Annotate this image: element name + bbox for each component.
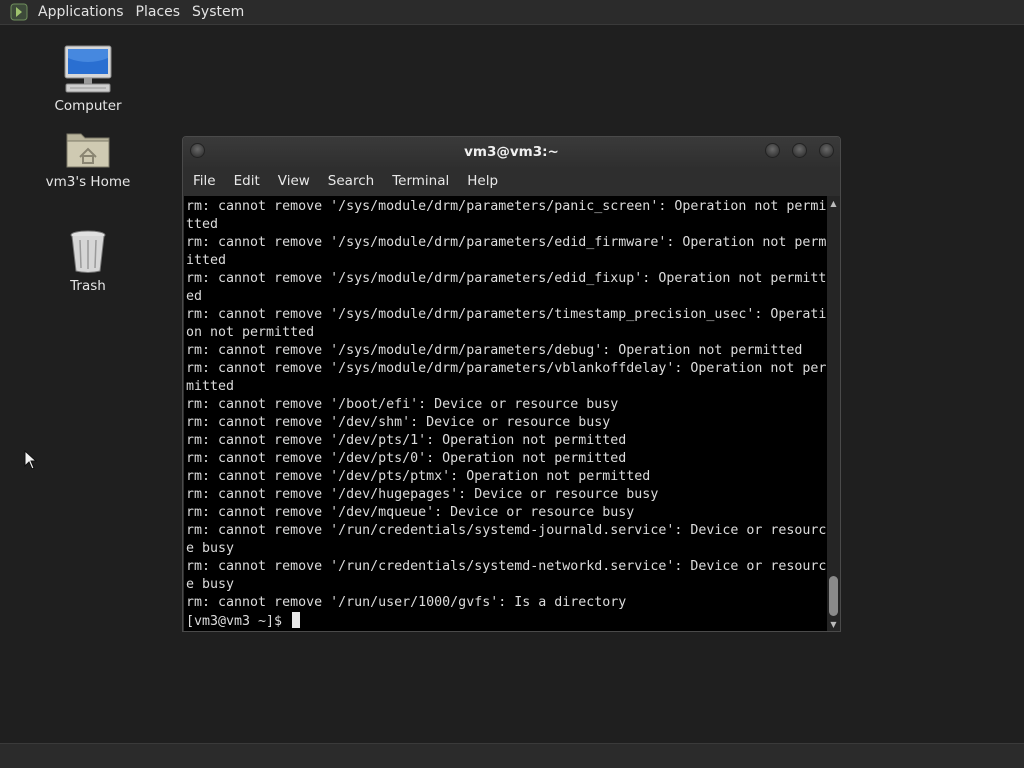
terminal-line: on not permitted (186, 325, 315, 340)
terminal-line: rm: cannot remove '/boot/efi': Device or… (186, 397, 619, 412)
terminal-line: rm: cannot remove '/dev/pts/1': Operatio… (186, 433, 627, 448)
terminal-line: e busy (186, 577, 235, 592)
desktop-icon-trash[interactable]: Trash (33, 228, 143, 294)
desktop-icon-computer[interactable]: Computer (33, 44, 143, 114)
shell-prompt: [vm3@vm3 ~]$ (186, 614, 291, 629)
terminal-line: rm: cannot remove '/sys/module/drm/param… (186, 271, 827, 286)
menu-terminal[interactable]: Terminal (382, 173, 457, 189)
terminal-line: rm: cannot remove '/run/credentials/syst… (186, 523, 827, 538)
bottom-panel (0, 743, 1024, 768)
places-menu[interactable]: Places (130, 4, 187, 20)
scroll-down-arrow-icon[interactable]: ▼ (827, 618, 840, 630)
terminal-line: rm: cannot remove '/sys/module/drm/param… (186, 199, 827, 214)
minimize-icon[interactable] (765, 143, 780, 158)
home-folder-icon (66, 133, 110, 168)
terminal-line: rm: cannot remove '/sys/module/drm/param… (186, 343, 803, 358)
terminal-line: rm: cannot remove '/dev/hugepages': Devi… (186, 487, 659, 502)
desktop-icon-label: vm3's Home (45, 174, 131, 190)
terminal-line: e busy (186, 541, 235, 556)
terminal-scrollbar[interactable]: ▲ ▼ (827, 196, 840, 631)
close-icon[interactable] (819, 143, 834, 158)
menu-help[interactable]: Help (457, 173, 506, 189)
terminal-text: rm: cannot remove '/sys/module/drm/param… (186, 198, 827, 631)
applications-menu[interactable]: Applications (32, 4, 130, 20)
terminal-output[interactable]: rm: cannot remove '/sys/module/drm/param… (184, 196, 827, 631)
terminal-line: mitted (186, 379, 235, 394)
menu-edit[interactable]: Edit (224, 173, 268, 189)
terminal-line: rm: cannot remove '/sys/module/drm/param… (186, 307, 827, 322)
top-panel: Applications Places System (0, 0, 1024, 25)
menu-search[interactable]: Search (318, 173, 382, 189)
desktop-icon-label: Computer (54, 98, 122, 114)
terminal-line: ed (186, 289, 203, 304)
distro-logo-icon[interactable] (10, 3, 28, 21)
system-menu[interactable]: System (186, 4, 250, 20)
desktop-icon-home[interactable]: vm3's Home (33, 128, 143, 190)
terminal-line: rm: cannot remove '/dev/shm': Device or … (186, 415, 611, 430)
terminal-line: itted (186, 253, 227, 268)
terminal-line: rm: cannot remove '/dev/pts/ptmx': Opera… (186, 469, 651, 484)
mouse-pointer-icon (24, 450, 38, 470)
scroll-up-arrow-icon[interactable]: ▲ (827, 197, 840, 209)
window-titlebar[interactable]: vm3@vm3:~ (183, 137, 840, 167)
terminal-line: rm: cannot remove '/dev/pts/0': Operatio… (186, 451, 627, 466)
terminal-line: rm: cannot remove '/dev/mqueue': Device … (186, 505, 635, 520)
scrollbar-thumb[interactable] (829, 576, 838, 616)
trash-icon (70, 230, 106, 273)
terminal-line: rm: cannot remove '/sys/module/drm/param… (186, 235, 827, 250)
window-title: vm3@vm3:~ (464, 144, 559, 160)
menu-view[interactable]: View (268, 173, 318, 189)
maximize-icon[interactable] (792, 143, 807, 158)
terminal-line: rm: cannot remove '/sys/module/drm/param… (186, 361, 827, 376)
terminal-line: rm: cannot remove '/run/user/1000/gvfs':… (186, 595, 627, 610)
text-cursor (292, 612, 301, 628)
terminal-window: vm3@vm3:~ File Edit View Search Terminal… (182, 136, 841, 632)
terminal-menubar: File Edit View Search Terminal Help (183, 167, 840, 195)
terminal-line: tted (186, 217, 219, 232)
terminal-line: rm: cannot remove '/run/credentials/syst… (186, 559, 827, 574)
desktop-icon-label: Trash (70, 278, 106, 294)
computer-icon (64, 45, 112, 93)
menu-file[interactable]: File (183, 173, 224, 189)
